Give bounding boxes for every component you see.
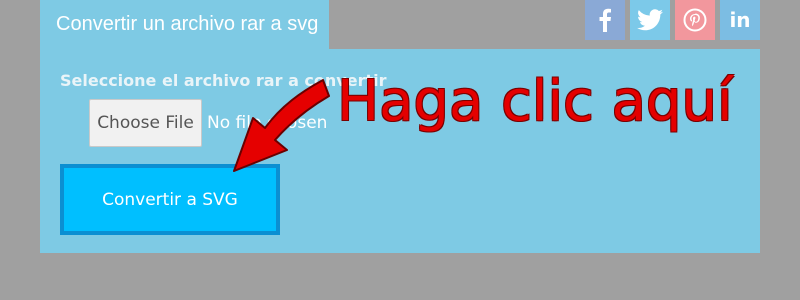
pinterest-icon xyxy=(683,8,707,32)
linkedin-icon: in xyxy=(729,8,751,32)
twitter-icon xyxy=(637,9,663,31)
page-tab: Convertir un archivo rar a svg xyxy=(40,0,329,50)
red-arrow-icon xyxy=(233,79,330,172)
linkedin-share-button[interactable]: in xyxy=(720,0,760,40)
facebook-icon xyxy=(599,8,611,32)
twitter-share-button[interactable] xyxy=(630,0,670,40)
click-here-annotation: Haga clic aquí xyxy=(337,69,733,134)
choose-file-button[interactable]: Choose File xyxy=(89,99,202,147)
facebook-share-button[interactable] xyxy=(585,0,625,40)
pinterest-share-button[interactable] xyxy=(675,0,715,40)
tab-title: Convertir un archivo rar a svg xyxy=(56,13,319,35)
